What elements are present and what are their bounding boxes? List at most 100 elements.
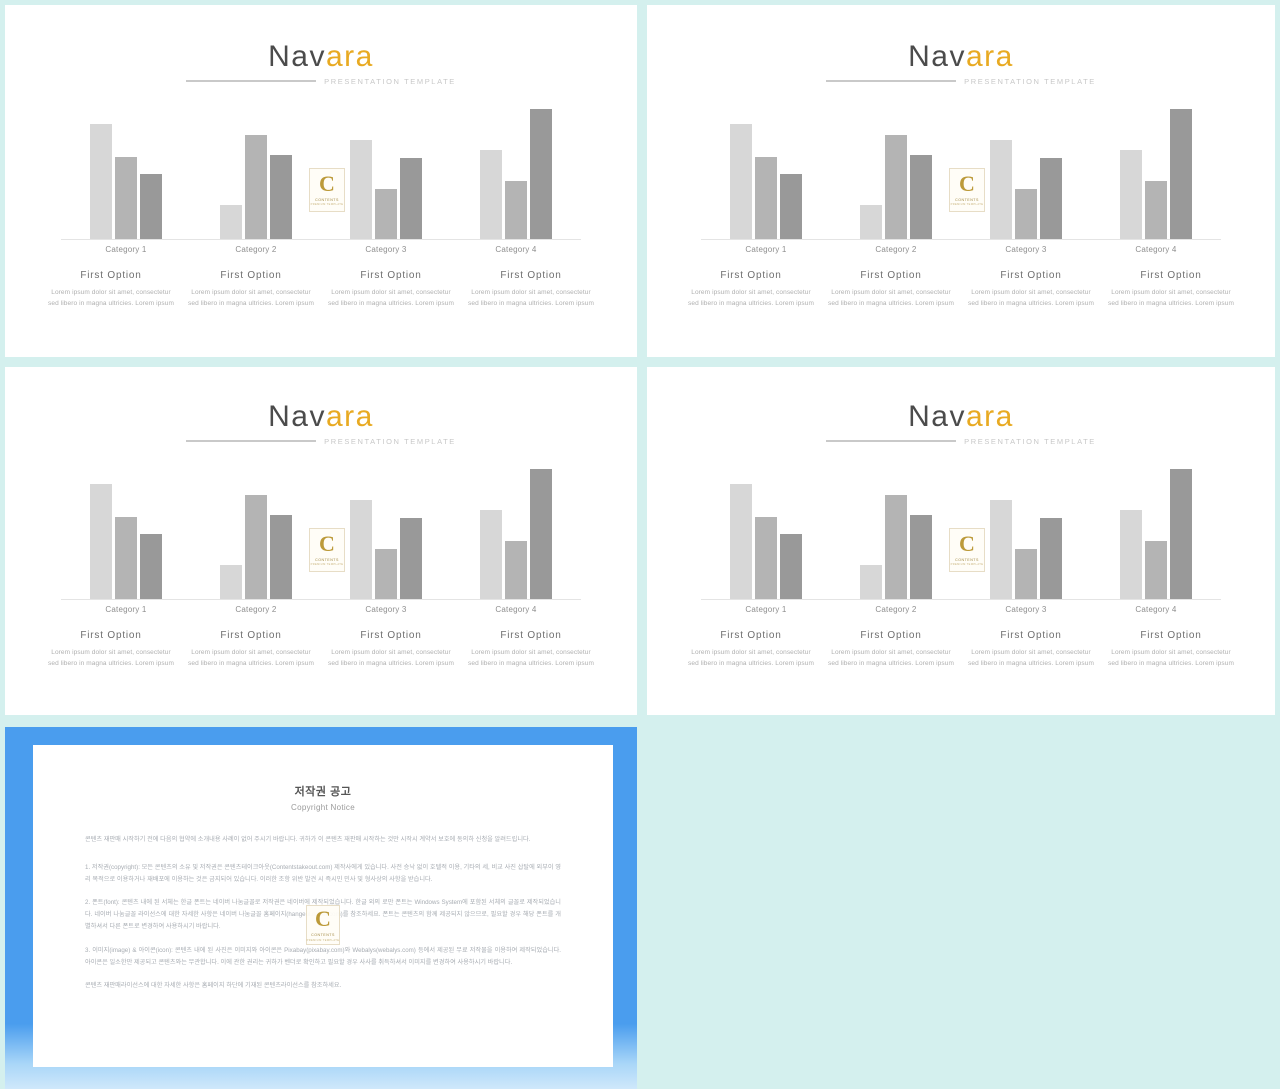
bar-1-1 — [730, 124, 752, 239]
badge-monogram: C — [959, 530, 975, 556]
caption-body: Lorem ipsum dolor sit amet, consectetur … — [468, 648, 594, 667]
badge-line1: CONTENTS — [955, 197, 979, 202]
bar-chart-3[interactable]: Category 1 Category 2 Category 3 Category 4… — [61, 468, 581, 614]
bar-group — [860, 134, 932, 239]
caption-row: First Option Lorem ipsum dolor sit amet, … — [681, 630, 1241, 670]
copyright-slide-content: 저작권 공고 Copyright Notice 콘텐츠 재판매 시작하기 전에 … — [33, 745, 613, 1067]
caption-block-2: First Option Lorem ipsum dolor sit amet, … — [826, 270, 956, 310]
category-label-3: Category 3 — [1005, 604, 1047, 614]
copyright-title-en: Copyright Notice — [291, 803, 355, 812]
bar-chart-4[interactable]: Category 1 Category 2 Category 3 Category 4… — [701, 468, 1221, 614]
badge-line1: CONTENTS — [315, 557, 339, 562]
slide-thumbnail-3[interactable]: Navara PRESENTATION TEMPLATE Category 1C… — [5, 367, 637, 715]
subtitle-row: PRESENTATION TEMPLATE — [647, 437, 1275, 446]
bar-3-3 — [400, 517, 422, 599]
category-label-1: Category 1 — [745, 604, 787, 614]
copyright-footer: 콘텐츠 재판매라이선스에 대한 자세한 사항은 홈페이지 하단에 기재된 콘텐츠… — [85, 981, 342, 989]
category-label-4: Category 4 — [495, 244, 537, 254]
deck-subtitle: PRESENTATION TEMPLATE — [964, 76, 1096, 86]
caption-row: First Option Lorem ipsum dolor sit amet, … — [41, 270, 601, 310]
bar-group — [350, 499, 422, 599]
category-label-3: Category 3 — [365, 244, 407, 254]
badge-line1: CONTENTS — [311, 933, 335, 938]
bar-chart-1[interactable]: Category 1 Category 2 Category 3 Category 4… — [61, 108, 581, 254]
bar-2-3 — [910, 155, 932, 239]
bar-group — [480, 468, 552, 599]
deck-title-accent: ara — [326, 40, 374, 73]
deck-title: Navara — [647, 41, 1275, 73]
deck-title: Navara — [5, 41, 637, 73]
bar-3-2 — [375, 549, 397, 599]
caption-block-1: First Option Lorem ipsum dolor sit amet, … — [46, 270, 176, 310]
deck-title: Navara — [5, 401, 637, 433]
bar-1-2 — [755, 156, 777, 239]
caption-heading: First Option — [500, 269, 562, 281]
copyright-heading: 저작권 공고 Copyright Notice — [85, 783, 561, 812]
bar-1-1 — [90, 484, 112, 599]
header-rule — [186, 440, 317, 442]
caption-block-1: First Option Lorem ipsum dolor sit amet, … — [686, 630, 816, 670]
badge-monogram: C — [319, 170, 335, 196]
caption-block-4: First Option Lorem ipsum dolor sit amet, … — [1106, 270, 1236, 310]
caption-body: Lorem ipsum dolor sit amet, consectetur … — [688, 648, 814, 667]
caption-block-3: First Option Lorem ipsum dolor sit amet, … — [326, 270, 456, 310]
deck-subtitle: PRESENTATION TEMPLATE — [324, 436, 456, 446]
bar-2-1 — [860, 564, 882, 599]
bar-4-2 — [1145, 181, 1167, 239]
slide-header: Navara PRESENTATION TEMPLATE — [647, 5, 1275, 86]
bar-1-2 — [755, 516, 777, 599]
bar-2-3 — [270, 155, 292, 239]
bar-1-3 — [140, 533, 162, 599]
bar-4-1 — [480, 150, 502, 239]
category-label-3: Category 3 — [1005, 244, 1047, 254]
bar-4-2 — [505, 181, 527, 239]
caption-heading: First Option — [860, 269, 922, 281]
category-label-2: Category 2 — [875, 604, 917, 614]
caption-body: Lorem ipsum dolor sit amet, consectetur … — [828, 648, 954, 667]
bar-2-2 — [245, 134, 267, 239]
deck-subtitle: PRESENTATION TEMPLATE — [324, 76, 456, 86]
bar-group — [1120, 468, 1192, 599]
category-label-2: Category 2 — [875, 244, 917, 254]
bar-4-3 — [1170, 468, 1192, 599]
selected-slide-frame[interactable]: 저작권 공고 Copyright Notice 콘텐츠 재판매 시작하기 전에 … — [5, 727, 637, 1089]
slide-header: Navara PRESENTATION TEMPLATE — [5, 5, 637, 86]
bar-3-2 — [1015, 549, 1037, 599]
copyright-lead: 콘텐츠 재판매 시작하기 전에 다음의 협약에 소개내용 사례이 없어 주시기 … — [85, 836, 531, 843]
category-label-4: Category 4 — [1135, 244, 1177, 254]
deck-title-accent: ara — [966, 40, 1014, 73]
badge-line1: CONTENTS — [315, 197, 339, 202]
caption-body: Lorem ipsum dolor sit amet, consectetur … — [188, 648, 314, 667]
caption-heading: First Option — [80, 629, 142, 641]
slide-thumbnail-1[interactable]: Navara PRESENTATION TEMPLATE Category 1C… — [5, 5, 637, 357]
slide-thumbnail-5-copyright[interactable]: 저작권 공고 Copyright Notice 콘텐츠 재판매 시작하기 전에 … — [33, 745, 613, 1067]
bar-group — [220, 494, 292, 599]
caption-body: Lorem ipsum dolor sit amet, consectetur … — [48, 288, 174, 307]
bar-chart-2[interactable]: Category 1 Category 2 Category 3 Category 4… — [701, 108, 1221, 254]
category-label-4: Category 4 — [495, 604, 537, 614]
category-label-2: Category 2 — [235, 244, 277, 254]
caption-row: First Option Lorem ipsum dolor sit amet, … — [41, 630, 601, 670]
bar-2-2 — [885, 494, 907, 599]
bar-group — [860, 494, 932, 599]
header-rule — [826, 80, 957, 82]
slide-thumbnail-2[interactable]: Navara PRESENTATION TEMPLATE Category 1C… — [647, 5, 1275, 357]
copyright-paragraph-1: 1. 저작권(copyright): 모든 콘텐츠의 소유 및 저작권은 콘텐츠… — [85, 864, 561, 884]
caption-heading: First Option — [220, 269, 282, 281]
caption-block-4: First Option Lorem ipsum dolor sit amet, … — [466, 270, 596, 310]
bar-1-1 — [90, 124, 112, 239]
bar-4-2 — [1145, 541, 1167, 599]
deck-title-prefix: Nav — [268, 400, 326, 433]
caption-body: Lorem ipsum dolor sit amet, consectetur … — [688, 288, 814, 307]
slide-thumbnail-4[interactable]: Navara PRESENTATION TEMPLATE Category 1C… — [647, 367, 1275, 715]
bar-4-3 — [530, 108, 552, 239]
category-label-2: Category 2 — [235, 604, 277, 614]
bar-3-3 — [1040, 157, 1062, 239]
badge-line2: PREMIUM TEMPLATE — [950, 563, 984, 567]
bar-group — [730, 484, 802, 599]
deck-title-accent: ara — [326, 400, 374, 433]
caption-heading: First Option — [360, 269, 422, 281]
badge-line2: PREMIUM TEMPLATE — [306, 938, 340, 942]
bar-4-1 — [1120, 150, 1142, 239]
caption-heading: First Option — [360, 629, 422, 641]
